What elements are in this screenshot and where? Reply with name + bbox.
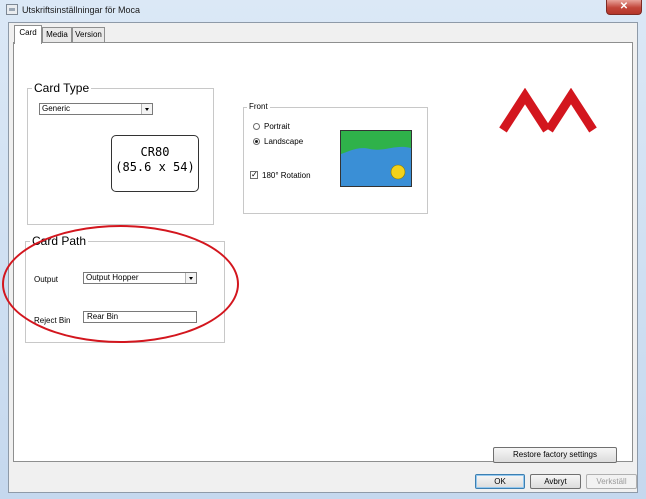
dialog-client: Card Media Version Card Type Generic CR8… [8, 22, 638, 493]
card-size-name: CR80 [140, 145, 170, 159]
card-type-group: Card Type Generic CR80 (85.6 x 54) [27, 81, 214, 225]
card-type-value: Generic [42, 104, 71, 113]
tab-version[interactable]: Version [72, 27, 105, 43]
cancel-button[interactable]: Avbryt [530, 474, 581, 489]
card-path-group: Card Path Output Output Hopper Reject Bi… [25, 234, 225, 343]
card-size-preview: CR80 (85.6 x 54) [111, 135, 199, 192]
apply-button[interactable]: Verkställ [586, 474, 637, 489]
card-tab-panel: Card Type Generic CR80 (85.6 x 54) Front… [13, 42, 633, 463]
printer-icon [6, 4, 18, 15]
brand-logo [499, 88, 597, 133]
landscape-preview-image [340, 130, 412, 187]
landscape-radio[interactable] [253, 138, 260, 145]
rotation-checkbox[interactable]: ✓ [250, 171, 258, 179]
portrait-radio[interactable] [253, 123, 260, 130]
window-frame: Utskriftsinställningar för Moca ✕ Card M… [0, 0, 646, 499]
preview-sun-icon [390, 164, 406, 180]
output-select[interactable]: Output Hopper [83, 272, 197, 284]
chevron-down-icon[interactable] [141, 104, 152, 114]
reject-bin-field[interactable]: Rear Bin [83, 311, 197, 323]
tab-media[interactable]: Media [42, 27, 72, 43]
rotation-label: 180° Rotation [262, 171, 311, 180]
card-type-legend: Card Type [32, 81, 92, 95]
reject-bin-label: Reject Bin [34, 316, 71, 325]
ok-button[interactable]: OK [475, 474, 525, 489]
portrait-label: Portrait [264, 122, 290, 131]
front-group: Front Portrait Landscape ✓ 180° Rotation [243, 102, 428, 214]
restore-factory-settings-button[interactable]: Restore factory settings [493, 447, 617, 463]
output-value: Output Hopper [86, 273, 139, 282]
front-legend: Front [247, 102, 270, 111]
landscape-label: Landscape [264, 137, 304, 146]
card-size-dimensions: (85.6 x 54) [115, 160, 195, 174]
chevron-down-icon[interactable] [185, 273, 196, 283]
card-path-legend: Card Path [30, 234, 89, 248]
logo-stroke-left [499, 88, 551, 133]
output-label: Output [34, 275, 59, 284]
logo-stroke-right [545, 88, 597, 133]
close-button[interactable]: ✕ [606, 0, 642, 15]
window-title: Utskriftsinställningar för Moca [22, 5, 141, 15]
title-bar: Utskriftsinställningar för Moca ✕ [0, 0, 646, 20]
tab-card[interactable]: Card [14, 25, 42, 44]
card-type-select[interactable]: Generic [39, 103, 153, 115]
